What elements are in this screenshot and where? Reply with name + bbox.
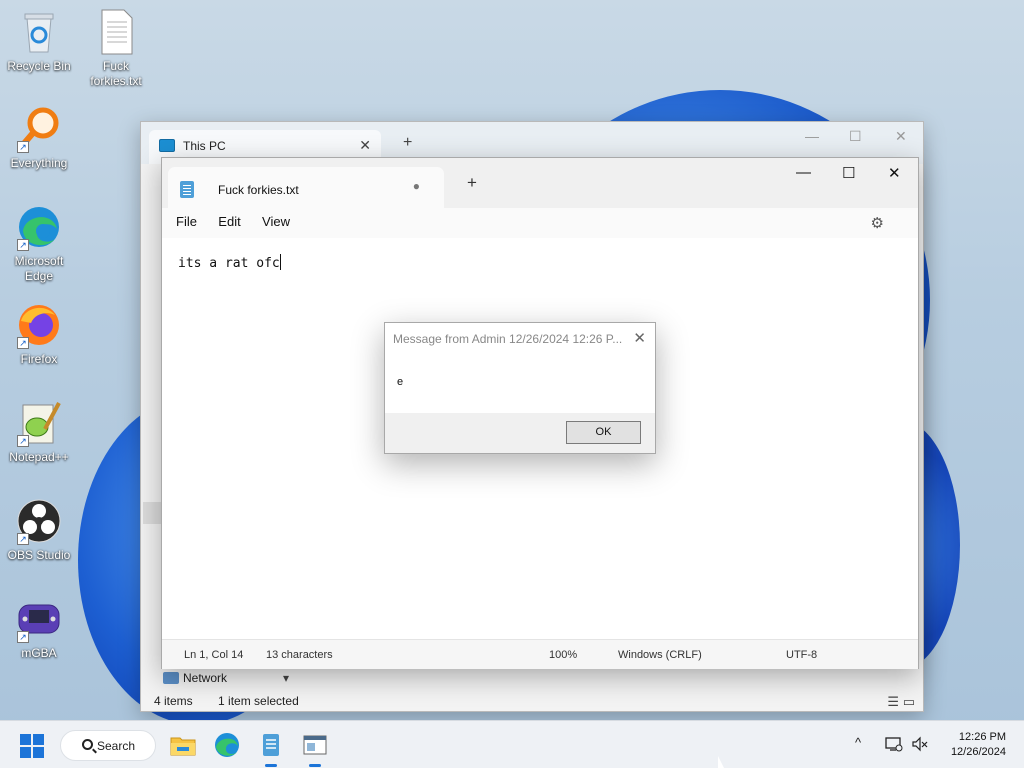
explorer-status-bar: 4 items 1 item selected <box>154 694 321 708</box>
taskbar-clock[interactable]: 12:26 PM 12/26/2024 <box>951 730 1006 760</box>
details-view-icon[interactable]: ☰ <box>887 694 899 709</box>
edge-icon: ↗ <box>15 203 63 251</box>
cursor-position: Ln 1, Col 14 <box>184 649 244 661</box>
chevron-down-icon[interactable]: ▾ <box>283 671 289 685</box>
monitor-icon <box>159 139 175 152</box>
close-button[interactable]: ✕ <box>895 128 907 145</box>
tiles-view-icon[interactable]: ▭ <box>903 694 915 709</box>
message-dialog[interactable]: Message from Admin 12/26/2024 12:26 P...… <box>384 322 656 454</box>
taskbar: Search ^ 12:26 PM 12/26/2024 <box>0 720 1024 768</box>
menu-edit[interactable]: Edit <box>218 214 240 229</box>
line-ending[interactable]: Windows (CRLF) <box>618 649 702 661</box>
file-explorer-icon[interactable] <box>169 731 197 759</box>
close-button[interactable]: ✕ <box>888 164 901 182</box>
desktop-icon-label: OBS Studio <box>7 548 71 562</box>
desktop-icon-notepadpp[interactable]: ↗ Notepad++ <box>1 399 77 465</box>
tray-chevron-icon[interactable]: ^ <box>855 735 861 750</box>
shortcut-arrow-icon: ↗ <box>17 239 29 251</box>
dialog-body: e <box>385 354 655 413</box>
firefox-icon: ↗ <box>15 301 63 349</box>
desktop-icon-obs[interactable]: ↗ OBS Studio <box>1 497 77 563</box>
zoom-level[interactable]: 100% <box>549 649 577 661</box>
close-tab-icon[interactable]: ✕ <box>359 137 371 154</box>
windows-start-icon[interactable] <box>20 734 44 758</box>
search-label: Search <box>97 739 136 753</box>
character-count: 13 characters <box>266 649 333 661</box>
notepadpp-icon: ↗ <box>15 399 63 447</box>
clock-time: 12:26 PM <box>958 731 1006 743</box>
menu-file[interactable]: File <box>176 214 197 229</box>
notepad-status-bar: Ln 1, Col 14 13 characters 100% Windows … <box>162 639 918 669</box>
desktop-icon-label: Recycle Bin <box>7 59 71 73</box>
messaging-app-icon[interactable] <box>301 731 329 767</box>
taskbar-search[interactable]: Search <box>60 730 156 761</box>
desktop-icon-mgba[interactable]: ↗ mGBA <box>1 595 77 661</box>
new-tab-button[interactable]: + <box>467 173 477 193</box>
desktop-icon-label: Everything <box>10 156 68 170</box>
ok-button[interactable]: OK <box>566 421 641 444</box>
new-tab-button[interactable]: + <box>403 134 412 152</box>
everything-search-icon: ↗ <box>15 105 63 153</box>
close-icon[interactable]: ✕ <box>633 329 646 347</box>
mouse-cursor-icon <box>718 756 724 768</box>
desktop-icon-label: Microsoft Edge <box>14 254 64 283</box>
editor-content: its a rat ofc <box>178 256 280 271</box>
shortcut-arrow-icon: ↗ <box>17 631 29 643</box>
desktop-icon-everything[interactable]: ↗ Everything <box>1 105 77 171</box>
search-icon <box>82 739 93 750</box>
mgba-icon: ↗ <box>15 595 63 643</box>
desktop-icon-label: mGBA <box>21 646 57 660</box>
scrollbar-thumb[interactable] <box>143 502 163 524</box>
notepad-icon <box>180 181 194 198</box>
notepad-tab[interactable]: Fuck forkies.txt ● <box>168 167 444 208</box>
volume-muted-icon[interactable] <box>911 736 929 755</box>
shortcut-arrow-icon: ↗ <box>17 141 29 153</box>
text-file-icon <box>92 8 140 56</box>
maximize-button[interactable]: ☐ <box>842 164 855 182</box>
minimize-button[interactable]: — <box>796 164 811 181</box>
nav-item-label: Network <box>183 671 228 685</box>
menu-view[interactable]: View <box>262 214 290 229</box>
shortcut-arrow-icon: ↗ <box>17 337 29 349</box>
desktop-icon-edge[interactable]: ↗ Microsoft Edge <box>1 203 77 284</box>
recycle-bin-icon <box>15 8 63 56</box>
notepad-icon[interactable] <box>257 731 285 767</box>
menu-bar: File Edit View ⚙ <box>162 208 918 238</box>
text-caret <box>279 254 281 270</box>
encoding[interactable]: UTF-8 <box>786 649 817 661</box>
notepad-tab-title: Fuck forkies.txt <box>218 183 299 197</box>
shortcut-arrow-icon: ↗ <box>17 533 29 545</box>
shortcut-arrow-icon: ↗ <box>17 435 29 447</box>
dialog-title-bar: Message from Admin 12/26/2024 12:26 P...… <box>385 323 655 354</box>
desktop-icon-recycle-bin[interactable]: Recycle Bin <box>1 8 77 74</box>
selection-count: 1 item selected <box>218 694 299 708</box>
notepad-tab-bar: Fuck forkies.txt ● + — ☐ ✕ <box>162 158 918 208</box>
obs-icon: ↗ <box>15 497 63 545</box>
clock-date: 12/26/2024 <box>950 746 1006 758</box>
edge-icon[interactable] <box>213 731 241 759</box>
desktop-icon-text-file[interactable]: Fuck forkies.txt <box>78 8 154 89</box>
minimize-button[interactable]: — <box>805 128 819 144</box>
nav-item-network[interactable]: Network ▾ <box>163 671 289 685</box>
desktop-icon-firefox[interactable]: ↗ Firefox <box>1 301 77 367</box>
desktop-icon-label: Fuck forkies.txt <box>90 59 142 88</box>
gear-icon[interactable]: ⚙ <box>871 214 884 232</box>
unsaved-indicator-icon[interactable]: ● <box>413 179 420 193</box>
maximize-button[interactable]: ☐ <box>849 128 862 145</box>
desktop-icon-label: Notepad++ <box>9 450 69 464</box>
view-toggle-group: ☰ ▭ <box>887 694 915 710</box>
item-count: 4 items <box>154 694 193 708</box>
desktop-icon-label: Firefox <box>20 352 58 366</box>
dialog-message: e <box>397 376 404 388</box>
network-status-icon[interactable] <box>885 736 903 755</box>
network-icon <box>163 672 179 684</box>
dialog-title: Message from Admin 12/26/2024 12:26 P... <box>393 332 623 346</box>
explorer-tab-title: This PC <box>183 139 226 153</box>
